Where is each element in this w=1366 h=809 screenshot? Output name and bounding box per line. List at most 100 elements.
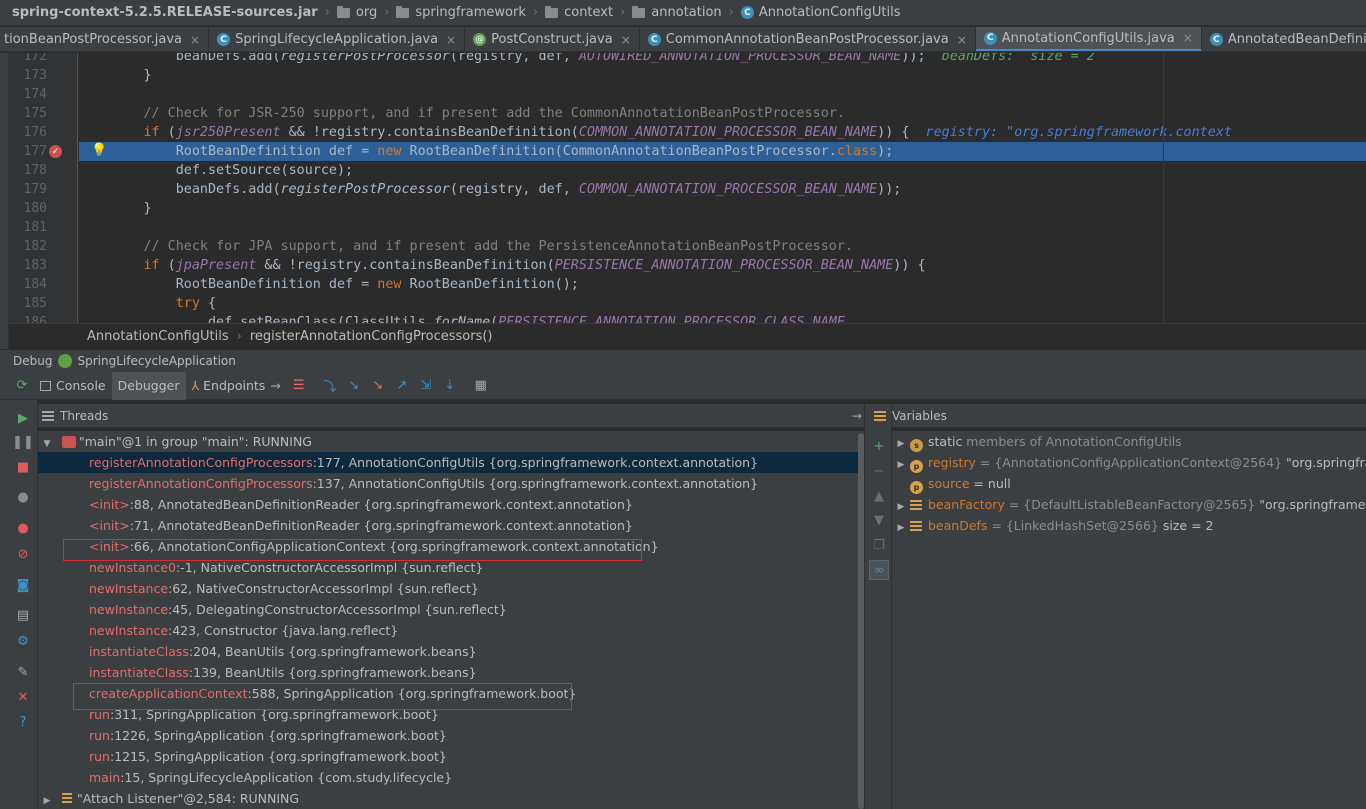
variable-row[interactable]: ▶ beanDefs = {LinkedHashSet@2566} size = … xyxy=(892,515,1366,536)
step-out-icon[interactable]: ↗ xyxy=(391,375,413,397)
move-down-icon[interactable]: ▼ xyxy=(869,510,889,530)
variable-name: beanDefs xyxy=(928,518,988,533)
navigation-bar: spring-context-5.2.5.RELEASE-sources.jar… xyxy=(0,0,1366,26)
stop-icon[interactable]: ■ xyxy=(13,457,33,477)
code-line: def.setBeanClass(ClassUtils.forName(PERS… xyxy=(79,315,845,323)
frame-row[interactable]: newInstance:423, Constructor {java.lang.… xyxy=(38,620,858,641)
frame-location: :1215, SpringApplication {org.springfram… xyxy=(109,749,447,764)
tab-annotatedbeandefinitionreader[interactable]: CAnnotatedBeanDefinitionReader.java× xyxy=(1202,27,1366,51)
crumb-org[interactable]: org xyxy=(333,0,381,25)
class-icon: C xyxy=(983,31,997,45)
help-icon[interactable]: ? xyxy=(13,712,33,732)
pin-icon[interactable]: → xyxy=(852,409,862,423)
crumb-annotation[interactable]: annotation xyxy=(628,0,725,25)
code-line: try { xyxy=(175,296,217,311)
camera-icon[interactable]: ◙ xyxy=(13,575,33,595)
frames-list: ▼ "main"@1 in group "main": RUNNING regis… xyxy=(38,431,858,809)
breakpoints-group-icon[interactable]: ● xyxy=(13,518,33,538)
frame-row[interactable]: instantiateClass:139, BeanUtils {org.spr… xyxy=(38,662,858,683)
threads-label: Threads xyxy=(60,408,109,423)
crumb-context[interactable]: context xyxy=(541,0,617,25)
settings-icon[interactable]: ⚙ xyxy=(13,631,33,651)
tab-tionbeanpostprocessor[interactable]: tionBeanPostProcessor.java × xyxy=(0,27,210,51)
left-edge-strip xyxy=(0,372,9,809)
breadcrumb-class[interactable]: AnnotationConfigUtils xyxy=(87,329,229,344)
code-line: beanDefs.add(registerPostProcessor(regis… xyxy=(79,53,1095,64)
close-icon[interactable]: × xyxy=(446,33,456,47)
variables-header: Variables xyxy=(874,404,1366,428)
tab-postconstruct[interactable]: @ PostConstruct.java × xyxy=(465,27,640,51)
new-watch-icon[interactable]: + xyxy=(869,436,889,456)
variable-name: beanFactory xyxy=(928,497,1005,512)
view-breakpoints-icon[interactable]: ● xyxy=(13,487,33,507)
pin-tab-icon[interactable]: ✎ xyxy=(13,662,33,682)
tab-springlifecycleapplication[interactable]: C SpringLifecycleApplication.java × xyxy=(209,27,466,51)
crumb-class[interactable]: C AnnotationConfigUtils xyxy=(737,0,905,25)
step-into-icon[interactable]: ↘ xyxy=(343,375,365,397)
code-editor[interactable]: beanDefs.add(registerPostProcessor(regis… xyxy=(79,53,1366,323)
tab-debugger[interactable]: Debugger xyxy=(111,371,186,400)
show-watches-icon[interactable]: ∞ xyxy=(869,560,889,580)
frame-row[interactable]: run:1215, SpringApplication {org.springf… xyxy=(38,746,858,767)
drop-frame-icon[interactable]: ⇲ xyxy=(415,375,437,397)
variable-row[interactable]: p source = null xyxy=(892,473,1366,494)
frame-row[interactable]: registerAnnotationConfigProcessors:177, … xyxy=(38,452,858,473)
frame-row[interactable]: <init>:88, AnnotatedBeanDefinitionReader… xyxy=(38,494,858,515)
close-icon[interactable]: × xyxy=(957,33,967,47)
layout-icon[interactable]: ▤ xyxy=(13,605,33,625)
close-icon[interactable]: ✕ xyxy=(13,687,33,707)
force-step-into-icon[interactable]: ↘ xyxy=(367,375,389,397)
step-over-icon[interactable]: ⤵ xyxy=(319,375,341,397)
rerun-icon[interactable]: ⟳ xyxy=(11,375,33,397)
expand-arrow-icon[interactable]: ▶ xyxy=(38,791,56,809)
variable-row[interactable]: ▶ p registry = {AnnotationConfigApplicatio… xyxy=(892,452,1366,473)
close-icon[interactable]: × xyxy=(621,33,631,47)
mute-breakpoints-icon[interactable]: ⊘ xyxy=(13,544,33,564)
tab-annotationconfigutils[interactable]: C AnnotationConfigUtils.java × xyxy=(975,27,1202,51)
run-config-name[interactable]: SpringLifecycleApplication xyxy=(77,354,235,368)
frame-row[interactable]: <init>:71, AnnotatedBeanDefinitionReader… xyxy=(38,515,858,536)
frame-row[interactable]: registerAnnotationConfigProcessors:137, … xyxy=(38,473,858,494)
line-number: 180 xyxy=(23,201,47,216)
tab-endpoints[interactable]: ⅄ Endpoints → xyxy=(186,372,287,400)
tab-commonannotationbeanpostprocessor[interactable]: C CommonAnnotationBeanPostProcessor.java × xyxy=(640,27,976,51)
run-to-cursor-icon[interactable]: ⇣ xyxy=(439,375,461,397)
tab-label: PostConstruct.java xyxy=(491,32,613,47)
crumb-springframework[interactable]: springframework xyxy=(392,0,529,25)
frame-row[interactable]: run:1226, SpringApplication {org.springf… xyxy=(38,725,858,746)
frame-row[interactable]: newInstance:45, DelegatingConstructorAcc… xyxy=(38,599,858,620)
frame-method: registerAnnotationConfigProcessors xyxy=(89,476,313,491)
line-number: 179 xyxy=(23,182,47,197)
close-icon[interactable]: × xyxy=(190,33,200,47)
thread-suspended-icon xyxy=(62,436,76,448)
code-line: } xyxy=(79,68,152,83)
lightbulb-icon[interactable]: 💡 xyxy=(91,143,107,158)
thread-row[interactable]: ▼ "main"@1 in group "main": RUNNING xyxy=(38,431,858,452)
move-up-icon[interactable]: ▲ xyxy=(869,486,889,506)
pause-icon[interactable]: ❚❚ xyxy=(12,432,34,452)
remove-watch-icon[interactable]: − xyxy=(869,461,889,481)
resume-icon[interactable]: ▶ xyxy=(13,408,33,428)
line-number: 182 xyxy=(23,239,47,254)
crumb-jar[interactable]: spring-context-5.2.5.RELEASE-sources.jar xyxy=(0,0,322,25)
frame-row[interactable]: instantiateClass:204, BeanUtils {org.spr… xyxy=(38,641,858,662)
variable-row[interactable]: ▶ s static members of AnnotationConfigUtil… xyxy=(892,431,1366,452)
frame-row[interactable]: newInstance:62, NativeConstructorAccesso… xyxy=(38,578,858,599)
evaluate-expression-icon[interactable]: ▦ xyxy=(470,375,492,397)
frame-row[interactable]: main:15, SpringLifecycleApplication {com… xyxy=(38,767,858,788)
tab-label: CommonAnnotationBeanPostProcessor.java xyxy=(665,32,949,47)
frame-method: <init> xyxy=(89,518,130,533)
tab-console[interactable]: Console xyxy=(34,372,112,400)
breadcrumb-method[interactable]: registerAnnotationConfigProcessors() xyxy=(250,329,493,344)
frame-method: newInstance xyxy=(89,623,169,638)
close-icon[interactable]: × xyxy=(1183,31,1193,45)
copy-icon[interactable]: ❐ xyxy=(869,535,889,555)
crumb-separator: › xyxy=(728,5,734,20)
debug-panel-header: Debug SpringLifecycleApplication xyxy=(0,349,1366,372)
thread-row[interactable]: ▶ "Attach Listener"@2,584: RUNNING xyxy=(38,788,858,809)
show-execution-point-icon[interactable]: ☰ xyxy=(288,375,310,397)
variable-row[interactable]: ▶ beanFactory = {DefaultListableBeanFacto… xyxy=(892,494,1366,515)
expand-arrow-icon[interactable]: ▶ xyxy=(892,518,910,539)
breakpoint-icon[interactable]: ✓ xyxy=(49,145,62,158)
parameter-icon: p xyxy=(910,481,923,494)
